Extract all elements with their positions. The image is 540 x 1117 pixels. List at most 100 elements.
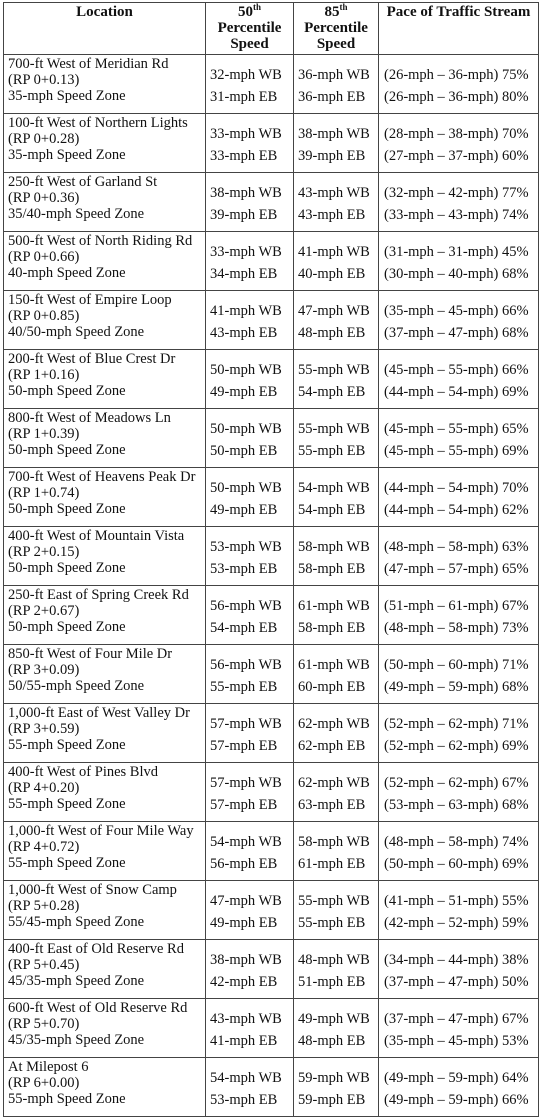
header-85-line2: Speed [316, 36, 356, 52]
reference-point: (RP 5+0.70) [8, 1016, 80, 1032]
p85-eastbound: 63-mph EB [298, 797, 366, 813]
table-row: 400-ft West of Pines Blvd (RP 4+0.20) 55… [3, 762, 539, 822]
table-row: 100-ft West of Northern Lights (RP 0+0.2… [3, 113, 539, 173]
table-row: 700-ft West of Heavens Peak Dr (RP 1+0.7… [3, 467, 539, 527]
pace-eastbound: (48-mph – 58-mph) 73% [384, 620, 529, 636]
p50-westbound: 57-mph WB [210, 775, 282, 791]
p85-eastbound: 40-mph EB [298, 266, 366, 282]
p50-speed-cell: 38-mph WB 42-mph EB [205, 939, 294, 999]
table-body: 700-ft West of Meridian Rd (RP 0+0.13) 3… [3, 54, 539, 1117]
p85-speed-cell: 61-mph WB 60-mph EB [293, 644, 379, 704]
pace-eastbound: (37-mph – 47-mph) 50% [384, 974, 529, 990]
p85-westbound: 59-mph WB [298, 1070, 370, 1086]
location-cell: 1,000-ft West of Four Mile Way (RP 4+0.7… [3, 821, 206, 881]
p50-speed-cell: 50-mph WB 50-mph EB [205, 408, 294, 468]
pace-cell: (35-mph – 45-mph) 66% (37-mph – 47-mph) … [378, 290, 539, 350]
p50-westbound: 57-mph WB [210, 716, 282, 732]
pace-westbound: (52-mph – 62-mph) 67% [384, 775, 529, 791]
pace-cell: (44-mph – 54-mph) 70% (44-mph – 54-mph) … [378, 467, 539, 527]
location-name: 500-ft West of North Riding Rd [8, 233, 193, 249]
p85-speed-cell: 54-mph WB 54-mph EB [293, 467, 379, 527]
pace-cell: (52-mph – 62-mph) 71% (52-mph – 62-mph) … [378, 703, 539, 763]
p85-eastbound: 55-mph EB [298, 915, 366, 931]
p50-eastbound: 55-mph EB [210, 679, 278, 695]
location-name: 1,000-ft West of Snow Camp [8, 882, 177, 898]
p85-eastbound: 51-mph EB [298, 974, 366, 990]
speed-zone: 35-mph Speed Zone [8, 88, 126, 104]
reference-point: (RP 6+0.00) [8, 1075, 80, 1091]
reference-point: (RP 1+0.74) [8, 485, 80, 501]
header-85-line1: Percentile [304, 20, 368, 36]
p85-speed-cell: 36-mph WB 36-mph EB [293, 54, 379, 114]
reference-point: (RP 5+0.45) [8, 957, 80, 973]
pace-westbound: (49-mph – 59-mph) 64% [384, 1070, 529, 1086]
location-name: 1,000-ft East of West Valley Dr [8, 705, 190, 721]
p50-eastbound: 33-mph EB [210, 148, 278, 164]
p85-westbound: 58-mph WB [298, 834, 370, 850]
p85-speed-cell: 61-mph WB 58-mph EB [293, 585, 379, 645]
header-50-num: 50 [237, 4, 253, 20]
location-name: 250-ft East of Spring Creek Rd [8, 587, 189, 603]
pace-cell: (28-mph – 38-mph) 70% (27-mph – 37-mph) … [378, 113, 539, 173]
pace-eastbound: (52-mph – 62-mph) 69% [384, 738, 529, 754]
pace-cell: (48-mph – 58-mph) 63% (47-mph – 57-mph) … [378, 526, 539, 586]
p50-westbound: 54-mph WB [210, 1070, 282, 1086]
p50-eastbound: 49-mph EB [210, 915, 278, 931]
table-row: 250-ft West of Garland St (RP 0+0.36) 35… [3, 172, 539, 232]
pace-eastbound: (44-mph – 54-mph) 62% [384, 502, 529, 518]
header-85-num: 85 [324, 4, 340, 20]
p50-eastbound: 53-mph EB [210, 561, 278, 577]
p50-speed-cell: 47-mph WB 49-mph EB [205, 880, 294, 940]
speed-zone: 45/35-mph Speed Zone [8, 973, 145, 989]
reference-point: (RP 0+0.13) [8, 72, 80, 88]
speed-zone: 35/40-mph Speed Zone [8, 206, 145, 222]
p50-speed-cell: 56-mph WB 54-mph EB [205, 585, 294, 645]
p50-eastbound: 57-mph EB [210, 738, 278, 754]
location-cell: 600-ft West of Old Reserve Rd (RP 5+0.70… [3, 998, 206, 1058]
pace-westbound: (45-mph – 55-mph) 65% [384, 421, 529, 437]
p50-eastbound: 56-mph EB [210, 856, 278, 872]
pace-cell: (45-mph – 55-mph) 65% (45-mph – 55-mph) … [378, 408, 539, 468]
pace-cell: (32-mph – 42-mph) 77% (33-mph – 43-mph) … [378, 172, 539, 232]
pace-cell: (41-mph – 51-mph) 55% (42-mph – 52-mph) … [378, 880, 539, 940]
speed-zone: 55-mph Speed Zone [8, 1091, 126, 1107]
pace-westbound: (31-mph – 31-mph) 45% [384, 244, 529, 260]
reference-point: (RP 2+0.67) [8, 603, 80, 619]
p50-westbound: 33-mph WB [210, 244, 282, 260]
p85-speed-cell: 55-mph WB 55-mph EB [293, 880, 379, 940]
p85-speed-cell: 41-mph WB 40-mph EB [293, 231, 379, 291]
p50-speed-cell: 33-mph WB 33-mph EB [205, 113, 294, 173]
p50-westbound: 56-mph WB [210, 598, 282, 614]
pace-westbound: (26-mph – 36-mph) 75% [384, 67, 529, 83]
pace-westbound: (34-mph – 44-mph) 38% [384, 952, 529, 968]
speed-zone: 40-mph Speed Zone [8, 265, 126, 281]
table-row: 1,000-ft East of West Valley Dr (RP 3+0.… [3, 703, 539, 763]
speed-zone: 50-mph Speed Zone [8, 501, 126, 517]
pace-cell: (45-mph – 55-mph) 66% (44-mph – 54-mph) … [378, 349, 539, 409]
pace-eastbound: (49-mph – 59-mph) 68% [384, 679, 529, 695]
pace-cell: (50-mph – 60-mph) 71% (49-mph – 59-mph) … [378, 644, 539, 704]
header-50-sup: th [252, 2, 261, 12]
p50-eastbound: 31-mph EB [210, 89, 278, 105]
table-row: 150-ft West of Empire Loop (RP 0+0.85) 4… [3, 290, 539, 350]
p85-westbound: 61-mph WB [298, 598, 370, 614]
reference-point: (RP 5+0.28) [8, 898, 80, 914]
location-name: 150-ft West of Empire Loop [8, 292, 172, 308]
pace-cell: (48-mph – 58-mph) 74% (50-mph – 60-mph) … [378, 821, 539, 881]
p85-westbound: 47-mph WB [298, 303, 370, 319]
header-row: Location 50th Percentile Speed 85th Perc… [3, 2, 539, 55]
location-cell: At Milepost 6 (RP 6+0.00) 55-mph Speed Z… [3, 1057, 206, 1117]
pace-westbound: (32-mph – 42-mph) 77% [384, 185, 529, 201]
p50-speed-cell: 54-mph WB 53-mph EB [205, 1057, 294, 1117]
location-name: At Milepost 6 [8, 1059, 89, 1075]
p50-westbound: 33-mph WB [210, 126, 282, 142]
location-cell: 200-ft West of Blue Crest Dr (RP 1+0.16)… [3, 349, 206, 409]
p85-eastbound: 55-mph EB [298, 443, 366, 459]
p85-eastbound: 54-mph EB [298, 502, 366, 518]
location-cell: 800-ft West of Meadows Ln (RP 1+0.39) 50… [3, 408, 206, 468]
location-name: 700-ft West of Meridian Rd [8, 56, 169, 72]
p85-eastbound: 58-mph EB [298, 561, 366, 577]
pace-westbound: (28-mph – 38-mph) 70% [384, 126, 529, 142]
p50-westbound: 38-mph WB [210, 952, 282, 968]
p50-speed-cell: 41-mph WB 43-mph EB [205, 290, 294, 350]
